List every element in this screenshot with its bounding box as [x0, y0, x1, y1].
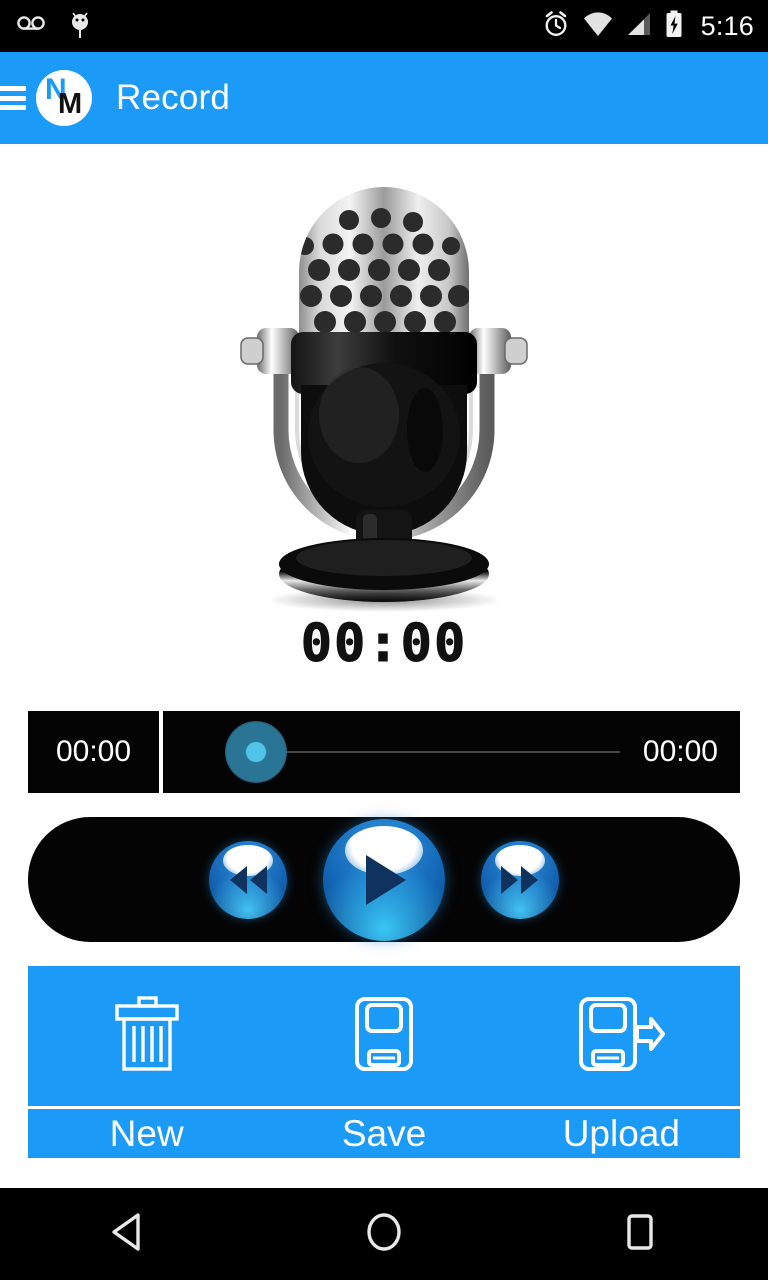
- elapsed-time-label: 00:00: [28, 711, 159, 793]
- upload-button[interactable]: [503, 966, 740, 1106]
- save-button[interactable]: [265, 966, 502, 1106]
- app-bar: N M Record: [0, 52, 768, 144]
- cell-signal-icon: [626, 11, 652, 42]
- new-button[interactable]: [28, 966, 265, 1106]
- recents-square-icon: [621, 1211, 659, 1258]
- status-bar-left-icons: [16, 8, 92, 45]
- upload-floppy-arrow-icon: [577, 995, 666, 1078]
- rewind-button[interactable]: [209, 840, 287, 919]
- home-circle-icon: [363, 1210, 405, 1259]
- android-navigation-bar: [0, 1188, 768, 1280]
- android-head-icon: [68, 8, 92, 45]
- page-title: Record: [116, 78, 231, 117]
- back-triangle-icon: [108, 1211, 148, 1258]
- action-bar: New Save Upload: [28, 966, 740, 1158]
- rewind-icon: [209, 841, 287, 919]
- alarm-clock-icon: [542, 10, 570, 43]
- status-bar-right-icons: 5:16: [542, 10, 754, 43]
- action-icons-row: [28, 966, 740, 1106]
- recording-timer: 00:00: [300, 614, 468, 675]
- save-floppy-icon: [353, 995, 415, 1078]
- transport-controls: [28, 817, 740, 942]
- voicemail-icon: [16, 13, 46, 40]
- remaining-time-label: 00:00: [642, 735, 718, 768]
- logo-letter-m: M: [58, 88, 83, 120]
- battery-charging-icon: [665, 10, 683, 43]
- save-button-label: Save: [341, 1112, 427, 1154]
- nav-home-button[interactable]: [256, 1210, 512, 1259]
- seek-bar[interactable]: 00:00: [163, 711, 740, 793]
- seek-thumb[interactable]: [225, 721, 287, 783]
- playback-position-row: 00:00 00:00: [28, 711, 740, 793]
- new-button-label: New: [109, 1112, 184, 1154]
- upload-button-label: Upload: [562, 1112, 680, 1154]
- microphone-illustration: [0, 180, 768, 620]
- nav-back-button[interactable]: [0, 1211, 256, 1258]
- status-bar-clock: 5:16: [700, 10, 754, 41]
- action-labels-row: New Save Upload: [28, 1109, 740, 1158]
- seek-track[interactable]: [253, 751, 620, 753]
- wifi-icon: [583, 11, 613, 42]
- play-button[interactable]: [323, 818, 445, 941]
- main-content: 00:00 00:00 00:00 New Save Upload: [0, 144, 768, 1188]
- fast-forward-icon: [481, 841, 559, 919]
- status-bar: 5:16: [0, 0, 768, 52]
- nav-recents-button[interactable]: [512, 1211, 768, 1258]
- trash-icon: [109, 995, 185, 1078]
- play-icon: [323, 819, 445, 941]
- hamburger-menu-icon[interactable]: [0, 84, 26, 112]
- fast-forward-button[interactable]: [481, 840, 559, 919]
- app-logo: N M: [36, 70, 92, 126]
